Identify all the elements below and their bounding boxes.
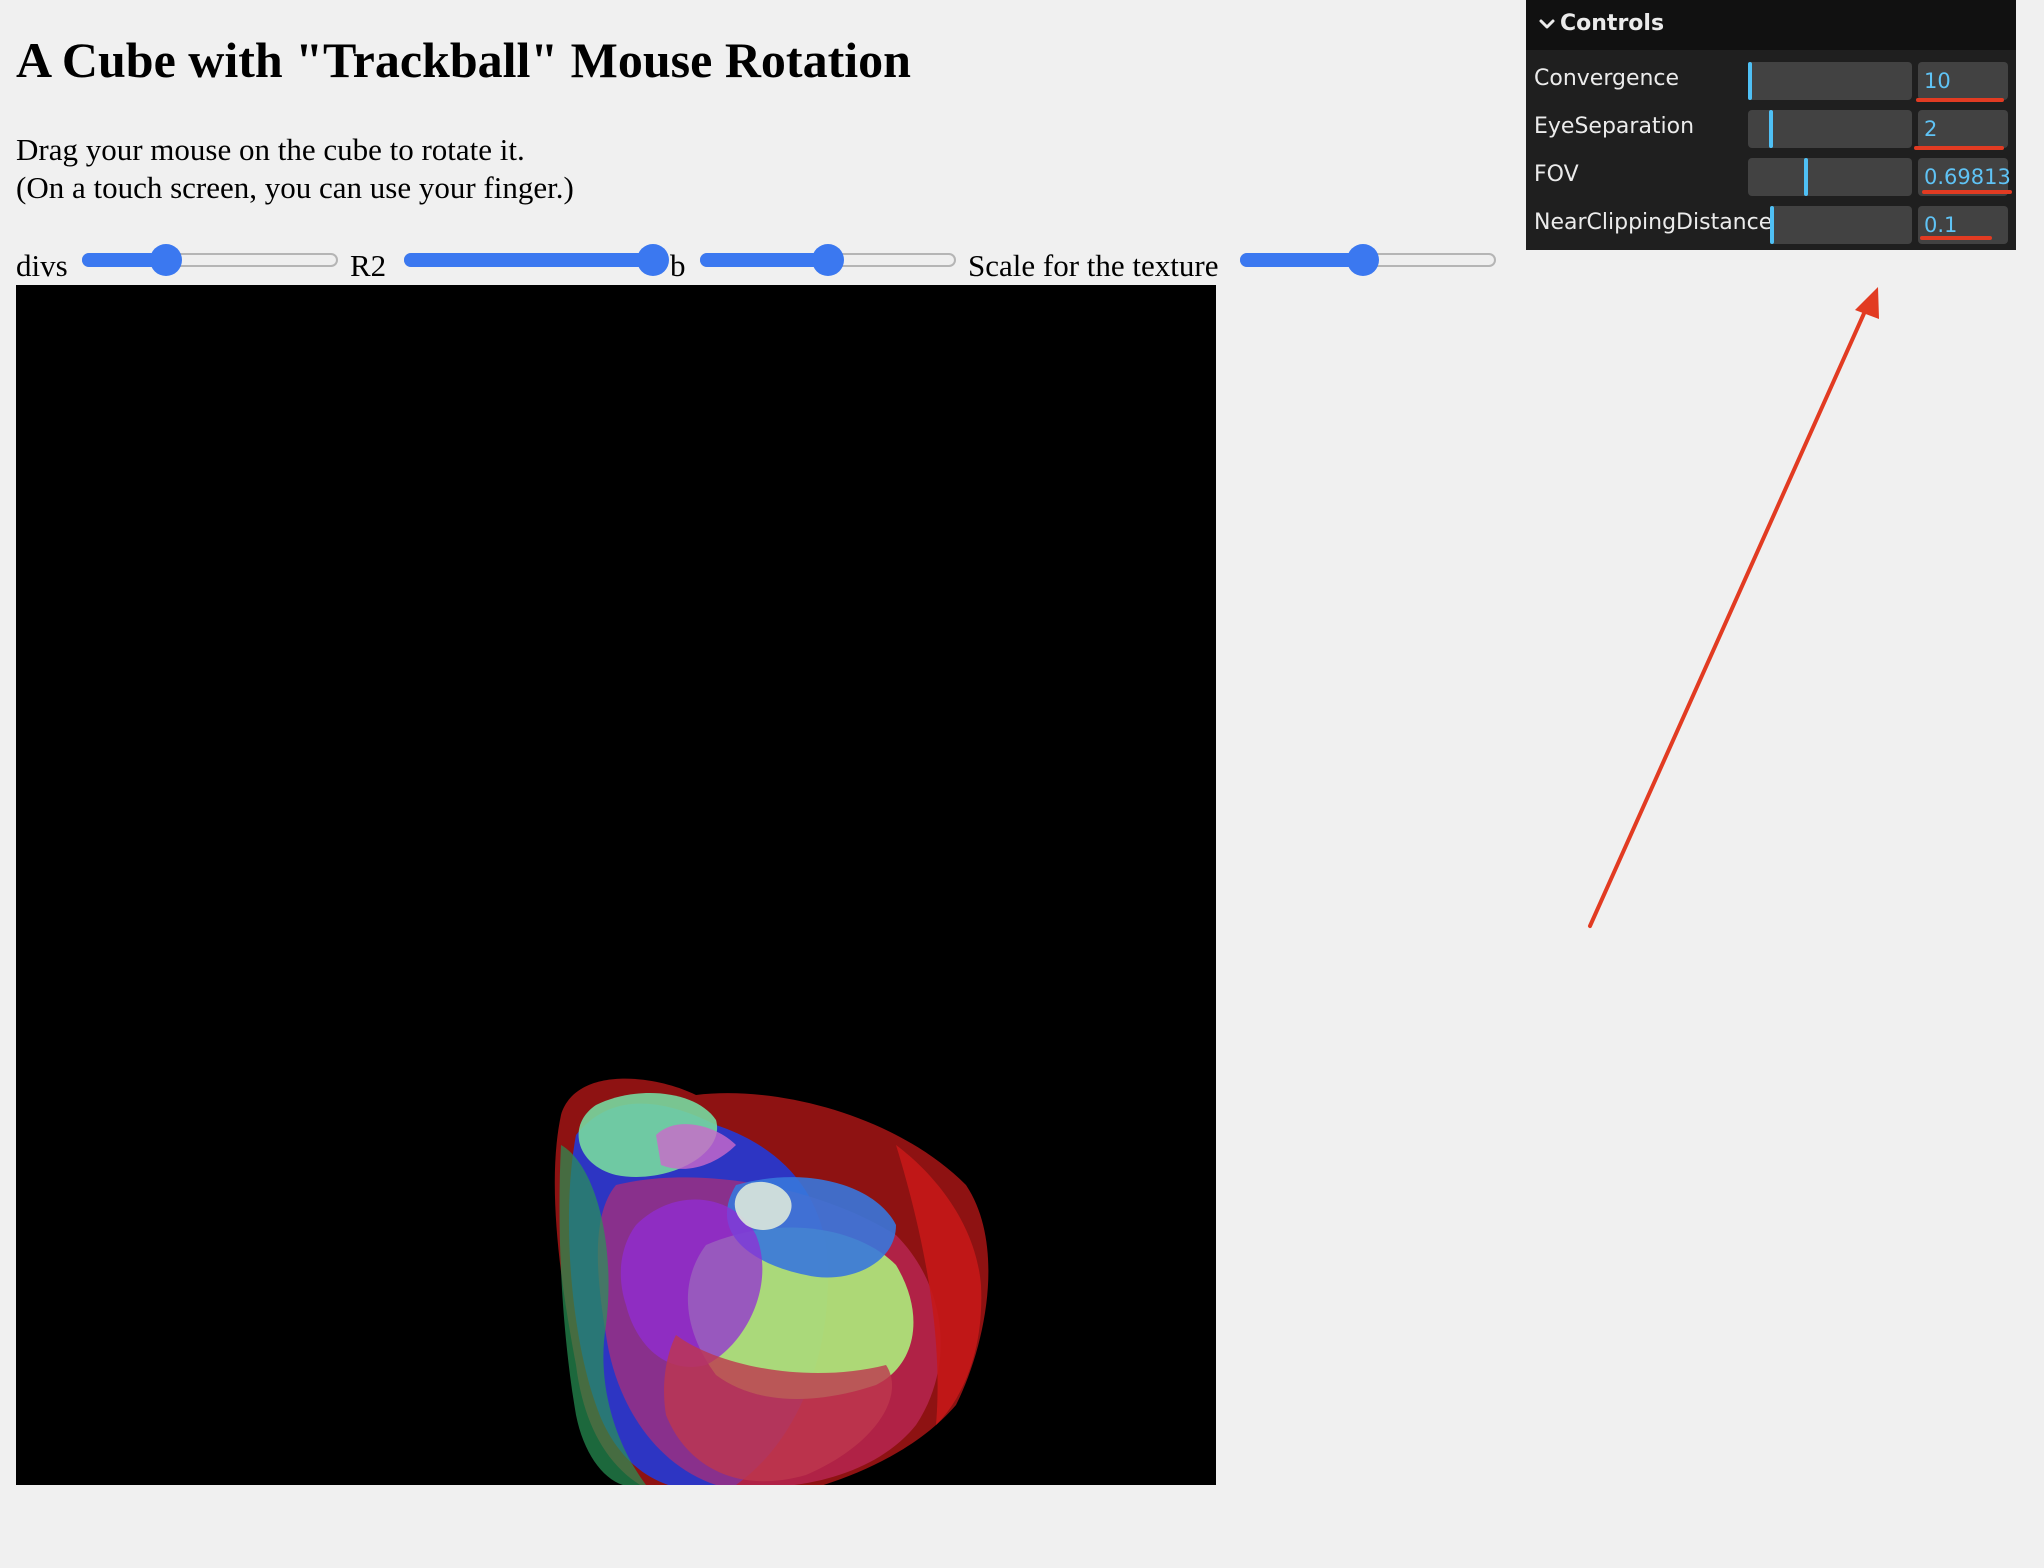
- b-slider-thumb[interactable]: [812, 244, 844, 276]
- divs-label: divs: [16, 248, 68, 283]
- controls-panel: Controls Convergence 10 EyeSeparation 2 …: [1526, 0, 2016, 250]
- r2-slider-fill: [404, 253, 653, 267]
- b-label: b: [670, 248, 686, 283]
- texture-scale-slider-thumb[interactable]: [1347, 244, 1379, 276]
- eye-separation-slider[interactable]: [1748, 110, 1912, 148]
- page-title: A Cube with "Trackball" Mouse Rotation: [16, 32, 911, 88]
- near-clipping-slider-thumb[interactable]: [1770, 206, 1774, 244]
- r2-label: R2: [350, 248, 387, 283]
- convergence-label: Convergence: [1534, 66, 1680, 91]
- eye-separation-input[interactable]: 2: [1918, 110, 2008, 148]
- eye-separation-underline: [1914, 146, 2004, 150]
- divs-slider[interactable]: [82, 244, 338, 276]
- divs-slider-thumb[interactable]: [150, 244, 182, 276]
- b-slider[interactable]: [700, 244, 956, 276]
- eye-separation-slider-thumb[interactable]: [1769, 110, 1773, 148]
- fov-underline: [1922, 190, 2012, 194]
- instruction-line-1: Drag your mouse on the cube to rotate it…: [16, 132, 525, 167]
- b-slider-fill: [700, 253, 828, 267]
- near-clipping-slider[interactable]: [1770, 206, 1912, 244]
- r2-slider[interactable]: [404, 244, 669, 276]
- instructions: Drag your mouse on the cube to rotate it…: [16, 131, 574, 207]
- control-row-fov: FOV 0.69813: [1526, 152, 2016, 196]
- control-row-convergence: Convergence 10: [1526, 56, 2016, 102]
- convergence-slider[interactable]: [1748, 62, 1912, 100]
- controls-header[interactable]: Controls: [1526, 0, 2016, 50]
- annotation-arrow-icon: [1588, 287, 1879, 928]
- instruction-line-2: (On a touch screen, you can use your fin…: [16, 170, 574, 205]
- convergence-input[interactable]: 10: [1918, 62, 2008, 100]
- fov-slider-thumb[interactable]: [1804, 158, 1808, 196]
- texture-scale-slider[interactable]: [1240, 244, 1496, 276]
- near-clipping-underline: [1920, 236, 1992, 240]
- rendered-shape: [554, 1078, 989, 1485]
- near-clipping-label: NearClippingDistance: [1534, 210, 1773, 235]
- control-row-near-clipping: NearClippingDistance 0.1: [1526, 200, 2016, 244]
- webgl-canvas[interactable]: [16, 285, 1216, 1485]
- texture-scale-label: Scale for the texture: [968, 248, 1219, 283]
- fov-label: FOV: [1534, 162, 1579, 187]
- convergence-slider-thumb[interactable]: [1748, 62, 1752, 100]
- chevron-down-icon: [1539, 19, 1555, 29]
- texture-scale-slider-fill: [1240, 253, 1363, 267]
- r2-slider-thumb[interactable]: [637, 244, 669, 276]
- controls-title: Controls: [1560, 11, 1665, 36]
- control-row-eye-separation: EyeSeparation 2: [1526, 104, 2016, 150]
- eye-separation-label: EyeSeparation: [1534, 114, 1695, 139]
- fov-slider[interactable]: [1748, 158, 1912, 196]
- convergence-underline: [1916, 98, 2004, 102]
